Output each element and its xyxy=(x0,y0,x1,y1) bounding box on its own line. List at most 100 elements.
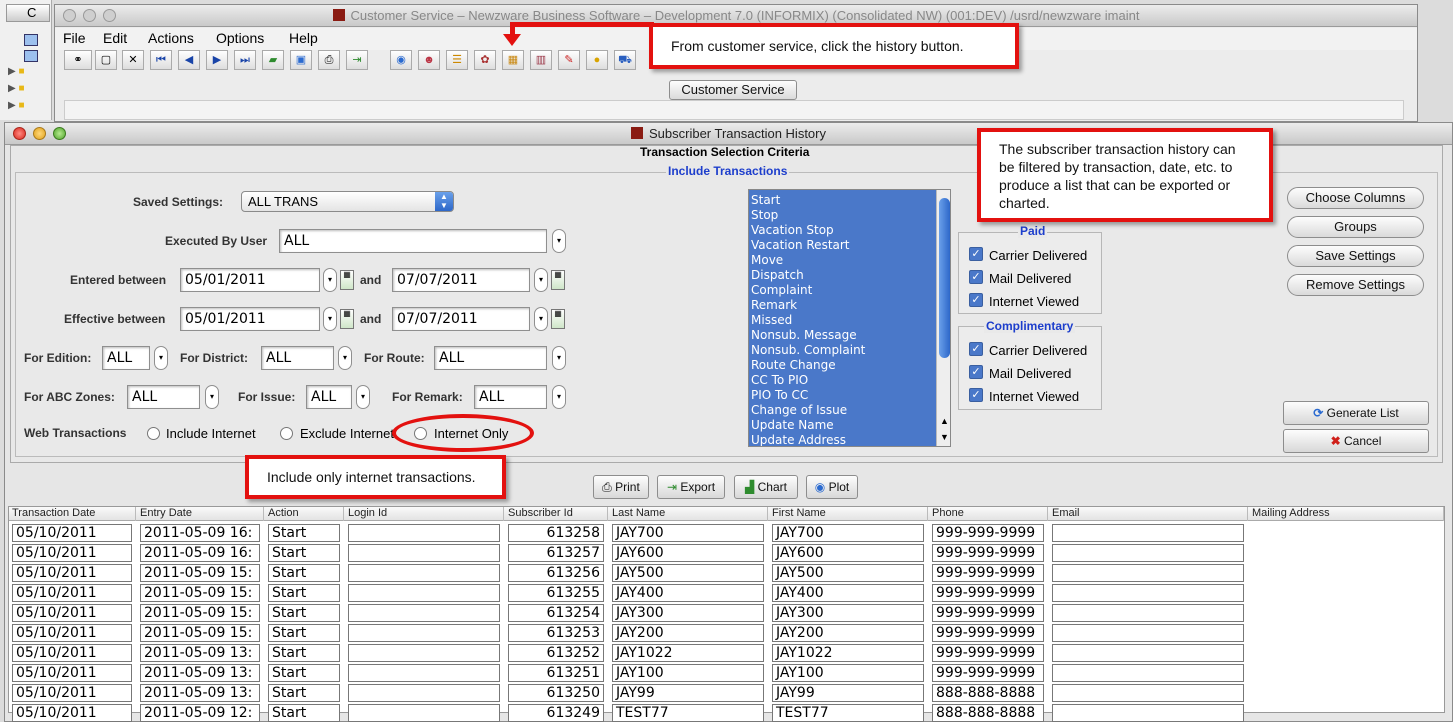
table-cell[interactable]: JAY500 xyxy=(612,564,764,582)
issue-dropdown[interactable]: ▾ xyxy=(356,385,370,409)
table-cell[interactable]: 888-888-8888 xyxy=(932,684,1044,702)
effective-from-field[interactable]: 05/01/2011 xyxy=(180,307,320,331)
new-icon[interactable]: ▢ xyxy=(95,50,117,70)
stack-icon[interactable]: ☰ xyxy=(446,50,468,70)
bg-zoom-button[interactable] xyxy=(103,9,116,22)
list-item[interactable]: Start xyxy=(751,193,780,207)
table-cell[interactable] xyxy=(348,544,500,562)
comp-carrier-checkbox[interactable]: ✓ xyxy=(969,342,983,356)
table-cell[interactable]: JAY600 xyxy=(772,544,924,562)
table-cell[interactable]: 613250 xyxy=(508,684,604,702)
abc-zones-field[interactable]: ALL xyxy=(127,385,200,409)
generate-list-button[interactable]: ⟳ Generate List xyxy=(1283,401,1429,425)
list-item[interactable]: PIO To CC xyxy=(751,388,808,402)
comp-mail-checkbox[interactable]: ✓ xyxy=(969,365,983,379)
building-icon[interactable]: ▥ xyxy=(530,50,552,70)
district-field[interactable]: ALL xyxy=(261,346,334,370)
calendar-icon[interactable]: ▦ xyxy=(551,270,565,290)
table-cell[interactable] xyxy=(1052,544,1244,562)
paid-mail-label[interactable]: Mail Delivered xyxy=(989,271,1071,286)
remove-settings-button[interactable]: Remove Settings xyxy=(1287,274,1424,296)
table-cell[interactable]: 05/10/2011 xyxy=(12,584,132,602)
list-item[interactable]: Nonsub. Complaint xyxy=(751,343,865,357)
chart-button[interactable]: ▟ Chart xyxy=(734,475,798,499)
folder-icon[interactable]: ▶ ■ xyxy=(8,100,25,111)
include-internet-label[interactable]: Include Internet xyxy=(166,426,256,441)
entered-to-dropdown[interactable]: ▾ xyxy=(534,268,548,292)
effective-to-field[interactable]: 07/07/2011 xyxy=(392,307,530,331)
table-cell[interactable]: Start xyxy=(268,524,340,542)
table-cell[interactable] xyxy=(348,604,500,622)
table-cell[interactable] xyxy=(348,684,500,702)
table-cell[interactable]: 2011-05-09 12: xyxy=(140,704,260,722)
table-cell[interactable]: JAY100 xyxy=(772,664,924,682)
table-cell[interactable]: 613249 xyxy=(508,704,604,722)
table-cell[interactable]: Start xyxy=(268,564,340,582)
table-cell[interactable]: TEST77 xyxy=(772,704,924,722)
col-header[interactable]: Transaction Date xyxy=(10,507,136,521)
scroll-thumb[interactable] xyxy=(939,198,950,358)
table-cell[interactable]: 999-999-9999 xyxy=(932,564,1044,582)
table-cell[interactable]: 2011-05-09 15: xyxy=(140,564,260,582)
customer-service-panel-button[interactable]: Customer Service xyxy=(669,80,797,100)
table-cell[interactable]: 05/10/2011 xyxy=(12,684,132,702)
calendar-icon[interactable]: ▦ xyxy=(551,309,565,329)
col-header[interactable]: Action xyxy=(266,507,344,521)
exclude-internet-radio[interactable] xyxy=(280,427,293,440)
effective-from-dropdown[interactable]: ▾ xyxy=(323,307,337,331)
list-item[interactable]: Change of Issue xyxy=(751,403,847,417)
scroll-up-icon[interactable]: ▲ xyxy=(940,416,949,426)
table-cell[interactable]: JAY1022 xyxy=(772,644,924,662)
effective-to-dropdown[interactable]: ▾ xyxy=(534,307,548,331)
next-icon[interactable]: ▶ xyxy=(206,50,228,70)
district-dropdown[interactable]: ▾ xyxy=(338,346,352,370)
choose-columns-button[interactable]: Choose Columns xyxy=(1287,187,1424,209)
table-cell[interactable]: JAY700 xyxy=(612,524,764,542)
col-header[interactable]: Entry Date xyxy=(138,507,264,521)
table-cell[interactable] xyxy=(1052,684,1244,702)
table-cell[interactable]: Start xyxy=(268,584,340,602)
coin-icon[interactable]: ● xyxy=(586,50,608,70)
table-cell[interactable]: JAY200 xyxy=(772,624,924,642)
list-item[interactable]: Route Change xyxy=(751,358,836,372)
table-cell[interactable]: 613255 xyxy=(508,584,604,602)
menu-options[interactable]: Options xyxy=(216,30,264,46)
table-cell[interactable]: 05/10/2011 xyxy=(12,624,132,642)
window-icon[interactable] xyxy=(24,34,38,46)
link-icon[interactable]: ⚭ xyxy=(64,50,92,70)
issue-field[interactable]: ALL xyxy=(306,385,352,409)
table-cell[interactable] xyxy=(348,624,500,642)
table-cell[interactable]: 999-999-9999 xyxy=(932,524,1044,542)
table-cell[interactable]: Start xyxy=(268,644,340,662)
table-cell[interactable]: 613252 xyxy=(508,644,604,662)
table-cell[interactable]: 05/10/2011 xyxy=(12,644,132,662)
table-cell[interactable]: Start xyxy=(268,684,340,702)
table-cell[interactable] xyxy=(1052,644,1244,662)
print-icon[interactable]: ⎙ xyxy=(318,50,340,70)
table-cell[interactable]: JAY100 xyxy=(612,664,764,682)
last-icon[interactable]: ⏭ xyxy=(234,50,256,70)
table-cell[interactable]: 05/10/2011 xyxy=(12,704,132,722)
list-item[interactable]: Move xyxy=(751,253,783,267)
history-box-icon[interactable]: ▦ xyxy=(502,50,524,70)
save-settings-button[interactable]: Save Settings xyxy=(1287,245,1424,267)
table-cell[interactable]: Start xyxy=(268,544,340,562)
list-item[interactable]: Missed xyxy=(751,313,792,327)
edition-dropdown[interactable]: ▾ xyxy=(154,346,168,370)
table-cell[interactable]: 05/10/2011 xyxy=(12,604,132,622)
table-cell[interactable]: 888-888-8888 xyxy=(932,704,1044,722)
table-cell[interactable]: JAY1022 xyxy=(612,644,764,662)
plot-button[interactable]: ◉ Plot xyxy=(806,475,858,499)
table-cell[interactable]: 999-999-9999 xyxy=(932,624,1044,642)
table-cell[interactable] xyxy=(348,564,500,582)
close-button[interactable] xyxy=(13,127,26,140)
table-cell[interactable]: 05/10/2011 xyxy=(12,564,132,582)
exclude-internet-label[interactable]: Exclude Internet xyxy=(300,426,394,441)
entered-to-field[interactable]: 07/07/2011 xyxy=(392,268,530,292)
route-field[interactable]: ALL xyxy=(434,346,547,370)
route-dropdown[interactable]: ▾ xyxy=(552,346,566,370)
remark-field[interactable]: ALL xyxy=(474,385,547,409)
table-cell[interactable]: JAY700 xyxy=(772,524,924,542)
delete-icon[interactable]: ✕ xyxy=(122,50,144,70)
table-cell[interactable]: 05/10/2011 xyxy=(12,524,132,542)
